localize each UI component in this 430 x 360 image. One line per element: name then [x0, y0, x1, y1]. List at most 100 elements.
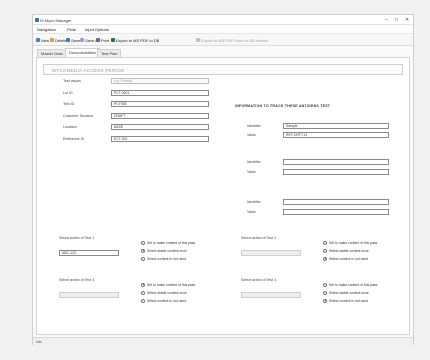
identifier-label: Value	[247, 170, 256, 174]
selector-option-label: Set to make content of this pass	[147, 282, 196, 287]
selector-title: Select action of Test 2	[241, 236, 277, 240]
field-label: Test values	[63, 79, 81, 83]
minimize-icon[interactable]: –	[385, 17, 388, 23]
radio-button[interactable]	[323, 290, 327, 295]
field-input[interactable]: DRAFT	[111, 113, 209, 119]
selector-option[interactable]: Select content in not used	[323, 298, 368, 303]
selector-option[interactable]: Select stable content once	[141, 248, 187, 253]
status-bar: Idle	[33, 337, 413, 345]
field-input[interactable]: ECT-001	[111, 136, 209, 142]
save-as-icon	[80, 38, 84, 42]
radio-button[interactable]	[323, 256, 327, 261]
identifier-input[interactable]	[283, 169, 389, 175]
identifier-input[interactable]	[283, 199, 389, 205]
tab-documentation[interactable]: Documentation	[65, 48, 100, 57]
radio-button[interactable]	[141, 240, 145, 245]
documentation-panel: MYCOMEDIA ACCESS PERIOD Test values e.g. …	[36, 57, 410, 335]
export-icon	[111, 38, 115, 42]
selector-option[interactable]: Set to make content of this pass	[141, 282, 195, 287]
selector-option[interactable]: Select content in not used	[141, 256, 186, 261]
selector-value-input	[59, 292, 119, 298]
radio-button[interactable]	[141, 282, 145, 287]
field-label: Reference ID	[63, 137, 85, 141]
toolbar-button-label: Print	[101, 37, 110, 43]
identifier-label: Identifier	[247, 124, 261, 128]
toolbar-button-export[interactable]: Export to MS PDF to DB	[111, 37, 159, 43]
selector-option[interactable]: Select content in not used	[323, 256, 368, 261]
tab-test-plan[interactable]: Test Plan	[97, 49, 122, 57]
selector-option[interactable]: Set to make content of this pass	[141, 240, 195, 245]
menu-plots[interactable]: Plots	[67, 27, 76, 32]
toolbar-button-export-disabled: Export to MS PDF Form to DB entries	[196, 37, 268, 43]
selector-option-label: Select stable content once	[329, 290, 369, 295]
toolbar-button-delete[interactable]: Delete	[50, 37, 67, 43]
window-title: IS Myco Manager	[40, 18, 72, 23]
close-icon[interactable]: ✕	[405, 17, 409, 23]
selector-title: Select action of Test 4	[241, 278, 277, 282]
identifier-label: Value	[247, 133, 256, 137]
radio-button[interactable]	[323, 298, 327, 303]
identifier-input[interactable]: REF-CRTT-11	[283, 132, 389, 138]
selector-option-label: Select stable content once	[329, 248, 369, 253]
selector-option[interactable]: Select stable content once	[323, 248, 369, 253]
menu-input-options[interactable]: Input Options	[85, 27, 109, 32]
field-label: Lot ID	[63, 91, 73, 95]
right-section-header: INFORMATION TO TRACK THESE ANTIGENS TEST	[235, 104, 331, 108]
radio-button[interactable]	[323, 248, 327, 253]
selector-option-label: Select content in not used	[147, 256, 187, 261]
toolbar: New Delete Save Save as Print Export to MS PD…	[33, 34, 413, 46]
selector-title: Select action of Test 1	[59, 236, 95, 240]
toolbar-button-label: Export to MS PDF to DB	[116, 37, 160, 43]
identifier-input[interactable]	[283, 209, 389, 215]
toolbar-button-label: Export to MS PDF Form to DB entries	[201, 37, 268, 43]
menu-navigation[interactable]: Navigation	[37, 27, 56, 32]
radio-button[interactable]	[141, 298, 145, 303]
radio-button[interactable]	[141, 290, 145, 295]
tab-master-data[interactable]: Master Data	[37, 49, 67, 57]
identifier-label: Identifier	[247, 200, 261, 204]
selector-option[interactable]: Select stable content once	[323, 290, 369, 295]
selector-option-label: Select content in not used	[147, 298, 187, 303]
selector-option-label: Set to make content of this pass	[329, 282, 378, 287]
selector-title: Select action of Test 3	[59, 278, 95, 282]
toolbar-button-label: Save	[71, 37, 81, 43]
radio-button[interactable]	[323, 240, 327, 245]
selector-option-label: Set to make content of this pass	[147, 240, 196, 245]
selector-option[interactable]: Set to make content of this pass	[323, 282, 377, 287]
selector-option-label: Select stable content once	[147, 248, 187, 253]
selector-option-label: Select content in not used	[329, 256, 369, 261]
field-input[interactable]: PCT-0001	[111, 90, 209, 96]
radio-button[interactable]	[141, 248, 145, 253]
identifier-label: Value	[247, 210, 256, 214]
selector-option-label: Select content in not used	[329, 298, 369, 303]
maximize-icon[interactable]: □	[395, 17, 398, 23]
new-icon	[36, 38, 40, 42]
identifier-input[interactable]: Sample	[283, 123, 389, 129]
selector-value-input	[241, 250, 301, 256]
toolbar-button-save[interactable]: Save	[66, 37, 80, 43]
field-label: Customer Decision	[63, 114, 94, 118]
field-label: Location	[63, 125, 77, 129]
field-input[interactable]: e.g. Product	[111, 78, 209, 84]
toolbar-button-print[interactable]: Print	[96, 37, 109, 43]
tab-strip: Master Data Documentation Test Plan	[33, 48, 413, 57]
selector-value-input[interactable]: ABC-123	[59, 250, 119, 256]
export-disabled-icon	[196, 38, 200, 42]
app-window: IS Myco Manager – □ ✕ Navigation Plots I…	[32, 14, 414, 345]
identifier-input[interactable]	[283, 159, 389, 165]
delete-icon	[50, 38, 54, 42]
menu-bar: Navigation Plots Input Options	[33, 25, 413, 34]
toolbar-button-new[interactable]: New	[36, 37, 49, 43]
selector-option-label: Set to make content of this pass	[329, 240, 378, 245]
app-icon	[35, 18, 39, 22]
radio-button[interactable]	[323, 282, 327, 287]
field-input[interactable]: PCT008	[111, 101, 209, 107]
radio-button[interactable]	[141, 256, 145, 261]
form-title-field: MYCOMEDIA ACCESS PERIOD	[43, 64, 403, 75]
identifier-label: Identifier	[247, 160, 261, 164]
selector-option[interactable]: Set to make content of this pass	[323, 240, 377, 245]
title-bar: IS Myco Manager – □ ✕	[33, 15, 413, 25]
field-input[interactable]: BASE	[111, 124, 209, 130]
selector-option[interactable]: Select content in not used	[141, 298, 186, 303]
selector-option[interactable]: Select stable content once	[141, 290, 187, 295]
